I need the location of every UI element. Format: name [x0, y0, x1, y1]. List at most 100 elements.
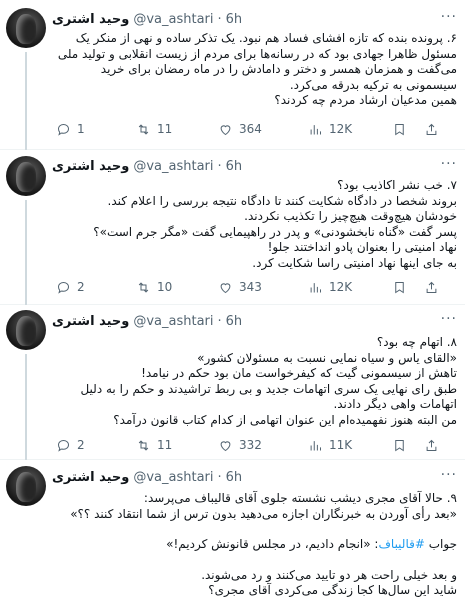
separator: ·: [217, 469, 222, 485]
like-button[interactable]: 332: [218, 438, 262, 453]
more-icon[interactable]: ···: [441, 467, 457, 483]
author-name[interactable]: وحید اشتری: [52, 12, 129, 27]
timestamp[interactable]: 6h: [226, 470, 243, 485]
analytics-icon: [310, 440, 321, 450]
tweet-text: ۹. حالا آقای مجری دیشب نشسته جلوی آقای ق…: [52, 491, 457, 598]
views-button[interactable]: 12K: [308, 122, 352, 137]
tweet-text-line: شاید این سال‌ها کجا زندگی می‌کردی آقای م…: [208, 583, 457, 597]
views-button[interactable]: 11K: [308, 438, 352, 453]
thread-line: [25, 52, 27, 150]
more-icon[interactable]: ···: [441, 156, 457, 172]
avatar[interactable]: [6, 156, 46, 196]
tweet-actions: 2 11 332 11K: [56, 435, 456, 455]
heart-icon: [220, 282, 231, 293]
reply-count: 2: [77, 280, 85, 294]
tweet-header: وحید اشتری @va_ashtari · 6h: [52, 156, 242, 176]
tweet-text-spacer: [52, 553, 457, 568]
more-icon[interactable]: ···: [441, 9, 457, 25]
tweet-answer-line: جواب #قالیباف: «انجام دادیم، در مجلس قان…: [52, 537, 457, 553]
reply-icon: [57, 123, 70, 136]
like-count: 343: [239, 280, 262, 294]
author-handle[interactable]: @va_ashtari: [133, 12, 213, 27]
analytics-icon: [310, 282, 321, 292]
tweet-text: ۷. خب نشر اکاذیب بود؟ بروند شخصا در دادگ…: [93, 178, 457, 270]
author-handle[interactable]: @va_ashtari: [133, 470, 213, 485]
retweet-button[interactable]: 11: [136, 438, 172, 453]
timestamp[interactable]: 6h: [226, 159, 243, 174]
avatar[interactable]: [6, 466, 46, 506]
view-count: 12K: [329, 280, 353, 294]
reply-count: 2: [77, 438, 85, 452]
like-count: 332: [239, 438, 262, 452]
share-button[interactable]: [424, 438, 439, 453]
view-count: 11K: [329, 438, 353, 452]
tweet-text: ۸. اتهام چه بود؟ «القای یاس و سیاه نمایی…: [80, 335, 457, 427]
heart-icon: [220, 124, 231, 135]
retweet-count: 10: [157, 280, 173, 294]
share-button[interactable]: [424, 122, 439, 137]
tweet-actions: 2 10 343 12K: [56, 277, 456, 297]
thread-line: [25, 354, 27, 460]
tweet-3[interactable]: وحید اشتری @va_ashtari · 6h ··· ۸. اتهام…: [0, 305, 465, 460]
bookmark-button[interactable]: [392, 280, 407, 295]
bookmark-icon: [395, 281, 404, 293]
tweet-text-line: «بعد رأی آوردن به خبرنگاران اجازه می‌دهی…: [70, 506, 457, 521]
tweet-2[interactable]: وحید اشتری @va_ashtari · 6h ··· ۷. خب نش…: [0, 150, 465, 305]
share-icon: [426, 439, 437, 451]
retweet-count: 11: [157, 122, 173, 136]
reply-button[interactable]: 2: [56, 438, 85, 453]
tweet-1[interactable]: وحید اشتری @va_ashtari · 6h ··· ۶. پروند…: [0, 0, 465, 150]
thread-line: [25, 200, 27, 305]
tweet-text-line: ۹. حالا آقای مجری دیشب نشسته جلوی آقای ق…: [143, 491, 457, 505]
separator: ·: [217, 158, 222, 174]
bookmark-icon: [395, 123, 404, 135]
bookmark-button[interactable]: [392, 438, 407, 453]
timestamp[interactable]: 6h: [226, 314, 243, 329]
share-icon: [426, 281, 437, 293]
timestamp[interactable]: 6h: [226, 12, 243, 27]
retweet-icon: [138, 281, 149, 293]
separator: ·: [217, 11, 222, 27]
analytics-icon: [310, 124, 321, 134]
like-button[interactable]: 364: [218, 122, 262, 137]
author-name[interactable]: وحید اشتری: [52, 314, 129, 329]
retweet-count: 11: [157, 438, 173, 452]
tweet-4[interactable]: وحید اشتری @va_ashtari · 6h ··· ۹. حالا …: [0, 460, 465, 598]
share-button[interactable]: [424, 280, 439, 295]
author-handle[interactable]: @va_ashtari: [133, 159, 213, 174]
retweet-button[interactable]: 11: [136, 122, 172, 137]
bookmark-button[interactable]: [392, 122, 407, 137]
tweet-text: ۶. پرونده بنده که تازه افشای فساد هم نبو…: [57, 31, 457, 107]
tweet-header: وحید اشتری @va_ashtari · 6h: [52, 467, 242, 487]
tweet-text-spacer: [52, 522, 457, 537]
author-handle[interactable]: @va_ashtari: [133, 314, 213, 329]
heart-icon: [220, 440, 231, 451]
reply-count: 1: [77, 122, 85, 136]
reply-icon: [57, 439, 70, 452]
reply-icon: [57, 281, 70, 294]
tweet-header: وحید اشتری @va_ashtari · 6h: [52, 311, 242, 331]
retweet-button[interactable]: 10: [136, 280, 172, 295]
retweet-icon: [138, 123, 149, 135]
tweet-actions: 1 11 364 12K: [56, 119, 456, 139]
avatar[interactable]: [6, 8, 46, 48]
tweet-header: وحید اشتری @va_ashtari · 6h: [52, 9, 242, 29]
more-icon[interactable]: ···: [441, 311, 457, 327]
bookmark-icon: [395, 439, 404, 451]
retweet-icon: [138, 439, 149, 451]
like-count: 364: [239, 122, 262, 136]
answer-quote: : «انجام دادیم، در مجلس قانونش کردیم!»: [166, 537, 379, 551]
share-icon: [426, 123, 437, 135]
answer-prefix: جواب: [428, 537, 457, 551]
separator: ·: [217, 313, 222, 329]
tweet-text-line: و بعد خیلی راحت هر دو تایید می‌کنند و رد…: [201, 567, 457, 582]
author-name[interactable]: وحید اشتری: [52, 470, 129, 485]
hashtag-link[interactable]: #قالیباف: [378, 537, 424, 551]
view-count: 12K: [329, 122, 353, 136]
like-button[interactable]: 343: [218, 280, 262, 295]
reply-button[interactable]: 1: [56, 122, 85, 137]
reply-button[interactable]: 2: [56, 280, 85, 295]
author-name[interactable]: وحید اشتری: [52, 159, 129, 174]
views-button[interactable]: 12K: [308, 280, 352, 295]
avatar[interactable]: [6, 310, 46, 350]
